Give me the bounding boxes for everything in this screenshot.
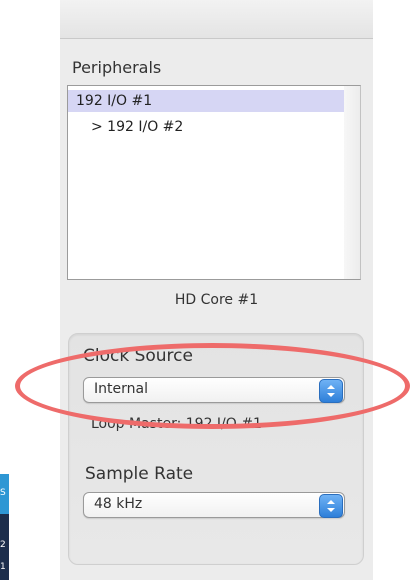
edge-badge-bottom: 2 1	[0, 514, 9, 580]
core-label: HD Core #1	[174, 292, 259, 308]
list-item-192-io-2[interactable]: > 192 I/O #2	[68, 116, 344, 138]
sample-rate-value: 48 kHz	[94, 496, 143, 512]
list-item-192-io-1[interactable]: 192 I/O #1	[68, 90, 344, 112]
peripherals-label: Peripherals	[72, 58, 162, 77]
highlight-oval	[15, 343, 410, 429]
edge-badge: S 2 1	[0, 474, 9, 580]
edge-badge-top-text: S	[0, 488, 6, 498]
sample-rate-label: Sample Rate	[85, 464, 194, 484]
peripherals-scrollbar[interactable]	[344, 85, 361, 280]
list-item-label: > 192 I/O #2	[91, 119, 184, 135]
edge-badge-bottom-text: 2	[0, 540, 6, 550]
hardware-setup-panel: Peripherals 192 I/O #1 > 192 I/O #2 HD C…	[60, 0, 373, 580]
panel-header-bar	[60, 0, 373, 39]
edge-badge-bottom-text-2: 1	[0, 562, 6, 572]
peripherals-list[interactable]: 192 I/O #1 > 192 I/O #2	[67, 85, 345, 280]
edge-badge-top: S	[0, 474, 9, 514]
sample-rate-stepper-icon[interactable]	[319, 494, 343, 518]
list-item-label: 192 I/O #1	[76, 93, 153, 109]
sample-rate-select[interactable]: 48 kHz	[83, 492, 345, 518]
